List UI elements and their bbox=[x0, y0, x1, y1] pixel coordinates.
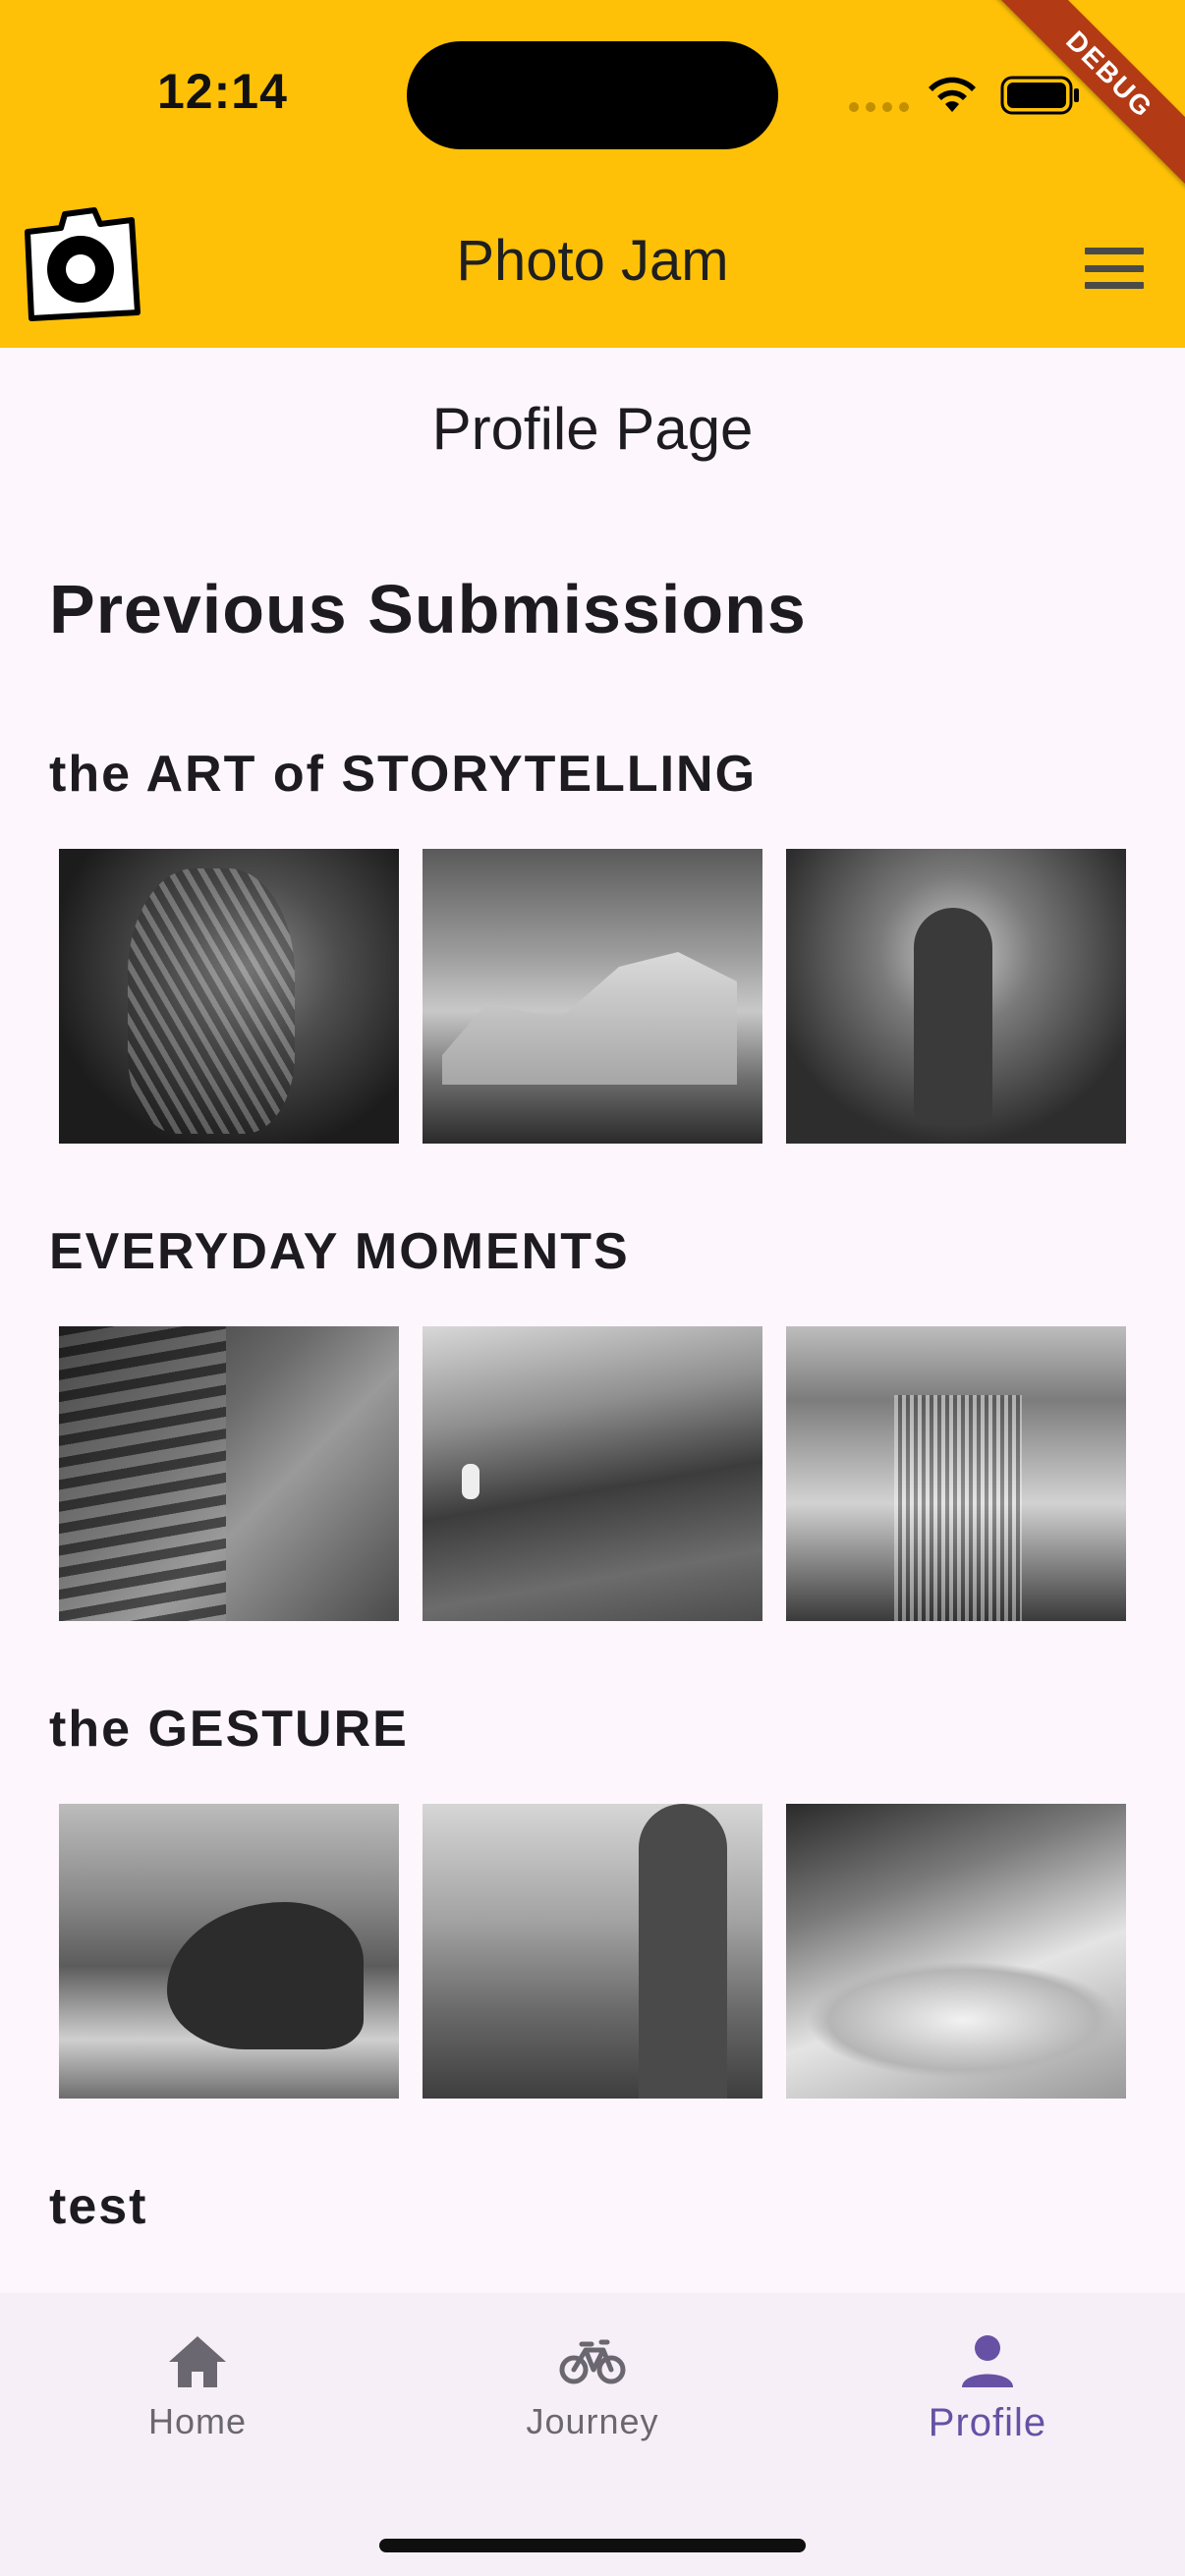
home-indicator[interactable] bbox=[379, 2539, 806, 2552]
wifi-icon bbox=[929, 77, 976, 112]
photo-thumbnail[interactable] bbox=[786, 1326, 1126, 1621]
photo-thumbnail[interactable] bbox=[423, 849, 762, 1144]
bottom-navigation-bar: Home Journey Profile bbox=[0, 2293, 1185, 2576]
album-title: the GESTURE bbox=[49, 1701, 409, 1758]
album-photo-row bbox=[59, 1804, 1126, 2099]
hamburger-menu-icon[interactable] bbox=[1077, 244, 1152, 293]
app-header: 12:14 DEBUG Photo Jam bbox=[0, 0, 1185, 348]
photo-thumbnail[interactable] bbox=[59, 849, 399, 1144]
album-photo-row bbox=[59, 1326, 1126, 1621]
section-title: Previous Submissions bbox=[49, 571, 807, 647]
photo-thumbnail[interactable] bbox=[59, 1326, 399, 1621]
album-title: test bbox=[49, 2178, 148, 2235]
photo-thumbnail[interactable] bbox=[59, 1804, 399, 2099]
bicycle-icon bbox=[559, 2339, 626, 2384]
nav-label-journey: Journey bbox=[526, 2401, 659, 2441]
album-title: EVERYDAY MOMENTS bbox=[49, 1223, 630, 1280]
nav-label-profile: Profile bbox=[928, 2401, 1047, 2444]
photo-thumbnail[interactable] bbox=[786, 1804, 1126, 2099]
photo-thumbnail[interactable] bbox=[423, 1804, 762, 2099]
home-icon bbox=[169, 2336, 226, 2387]
status-bar-time: 12:14 bbox=[157, 64, 288, 119]
photo-thumbnail[interactable] bbox=[786, 849, 1126, 1144]
album-title: the ART of STORYTELLING bbox=[49, 746, 758, 803]
album-photo-row bbox=[59, 849, 1126, 1144]
nav-label-home: Home bbox=[147, 2401, 248, 2441]
app-title: Photo Jam bbox=[456, 229, 729, 293]
dynamic-island bbox=[407, 41, 778, 149]
nav-item-home[interactable]: Home bbox=[80, 2332, 315, 2442]
cellular-signal-icon bbox=[849, 102, 909, 112]
nav-item-profile[interactable]: Profile bbox=[870, 2332, 1105, 2445]
page-title: Profile Page bbox=[431, 396, 754, 462]
photo-thumbnail[interactable] bbox=[423, 1326, 762, 1621]
nav-item-journey[interactable]: Journey bbox=[475, 2332, 710, 2442]
battery-icon bbox=[1000, 76, 1079, 115]
person-icon bbox=[962, 2335, 1013, 2387]
